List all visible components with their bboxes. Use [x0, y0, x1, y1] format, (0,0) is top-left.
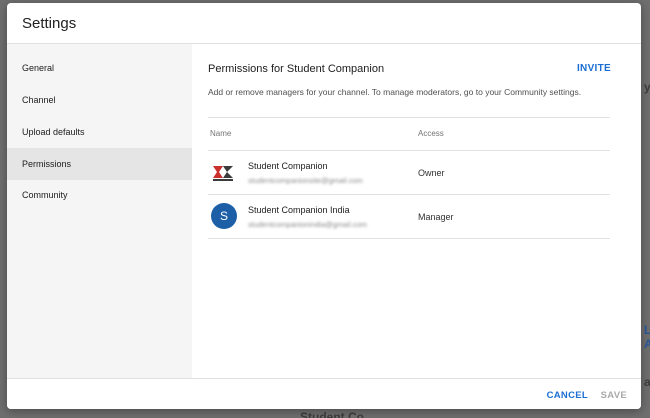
- cancel-button[interactable]: CANCEL: [547, 390, 588, 401]
- panel-title: Permissions for Student Companion: [208, 63, 385, 75]
- save-button[interactable]: SAVE: [601, 390, 627, 401]
- member-access: Owner: [418, 168, 445, 178]
- dialog-footer: CANCEL SAVE: [7, 378, 641, 409]
- backdrop-fragment: yt: [644, 80, 650, 94]
- member-email: studentcompanionindia@gmail.com: [248, 220, 367, 229]
- table-header: Name Access: [208, 118, 610, 151]
- settings-sidebar: General Channel Upload defaults Permissi…: [7, 44, 192, 378]
- table-row: S Student Companion India studentcompani…: [208, 195, 610, 239]
- table-row: Student Companion studentcompanionsite@g…: [208, 151, 610, 195]
- backdrop-fragment: L A: [644, 323, 650, 351]
- member-access[interactable]: Manager: [418, 212, 454, 222]
- sidebar-item-channel[interactable]: Channel: [7, 84, 192, 116]
- channel-logo-icon: [211, 159, 237, 185]
- settings-dialog: Settings General Channel Upload defaults…: [7, 3, 641, 409]
- column-header-name: Name: [210, 129, 232, 138]
- panel-description: Add or remove managers for your channel.…: [208, 87, 582, 97]
- backdrop-fragment: ab: [644, 375, 650, 389]
- invite-button[interactable]: INVITE: [577, 63, 611, 74]
- dialog-title: Settings: [22, 15, 77, 32]
- sidebar-item-permissions[interactable]: Permissions: [7, 148, 192, 180]
- avatar: S: [211, 203, 237, 229]
- members-table: Name Access Student Companion studentcom…: [208, 117, 610, 239]
- backdrop-fragment: Student Co: [300, 410, 364, 418]
- permissions-panel: Permissions for Student Companion INVITE…: [192, 44, 641, 378]
- sidebar-item-general[interactable]: General: [7, 52, 192, 84]
- dialog-header: Settings: [7, 3, 641, 44]
- sidebar-item-community[interactable]: Community: [7, 179, 192, 211]
- sidebar-item-upload-defaults[interactable]: Upload defaults: [7, 116, 192, 148]
- column-header-access: Access: [418, 129, 444, 138]
- member-name: Student Companion: [248, 161, 328, 171]
- member-name: Student Companion India: [248, 205, 350, 215]
- member-email: studentcompanionsite@gmail.com: [248, 176, 363, 185]
